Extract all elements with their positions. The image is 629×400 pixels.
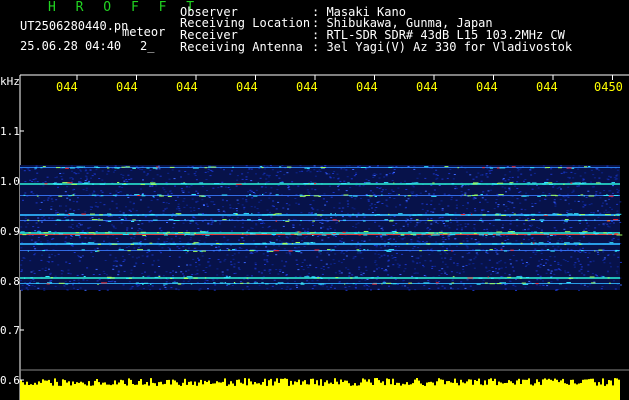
file-name: UT2506280440.pn <box>20 19 129 33</box>
x-tick-label: 044 <box>116 80 138 94</box>
x-tick-label: 044 <box>356 80 378 94</box>
x-tick-label: 0450 <box>594 80 623 94</box>
x-tick-label: 044 <box>56 80 78 94</box>
x-tick-label: 044 <box>296 80 318 94</box>
y-tick-label: 0.6 <box>0 374 20 387</box>
x-tick-label: 044 <box>476 80 498 94</box>
y-tick-label: 1.0 <box>0 175 20 188</box>
x-tick-label: 044 <box>416 80 438 94</box>
y-tick-label: 0.7 <box>0 324 20 337</box>
page-indicator: 2_ <box>140 39 155 53</box>
antenna-label: Receiving Antenna <box>180 40 303 54</box>
spectrogram <box>19 74 629 400</box>
mode-label: meteor <box>122 25 166 39</box>
date-time: 25.06.28 04:40 <box>20 39 122 53</box>
x-tick-label: 044 <box>236 80 258 94</box>
power-bar-strip <box>20 378 620 400</box>
x-tick-label: 044 <box>176 80 198 94</box>
brand-logo: H R O F F T <box>48 0 201 15</box>
y-axis-unit: kHz <box>0 75 20 88</box>
antenna-value: : 3el Yagi(V) Az 330 for Vladivostok <box>312 40 573 54</box>
x-tick-marks <box>76 75 613 80</box>
y-tick-label: 1.1 <box>0 125 20 138</box>
y-tick-label: 0.9 <box>0 225 20 238</box>
y-tick-label: 0.8 <box>0 275 20 288</box>
x-tick-label: 044 <box>536 80 558 94</box>
